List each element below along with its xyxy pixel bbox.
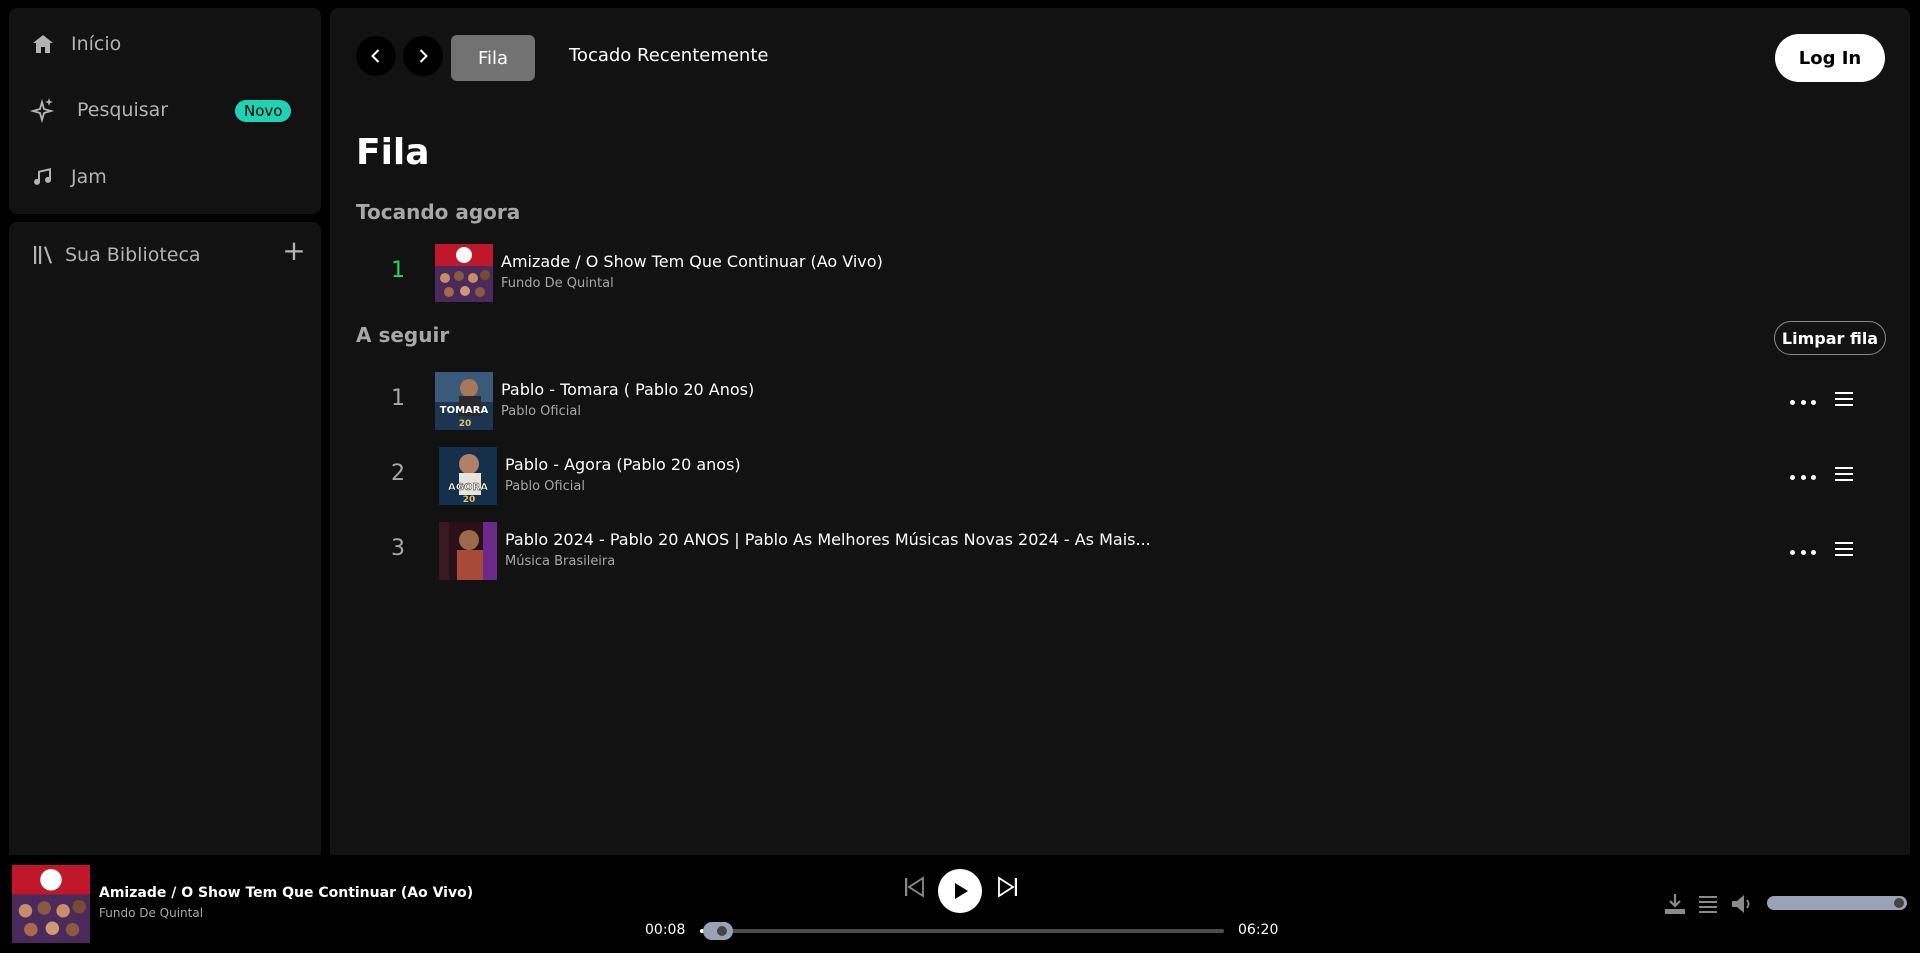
main-panel: Fila Tocado Recentemente Log In Fila Toc… xyxy=(330,8,1910,855)
add-icon[interactable]: + xyxy=(279,236,309,266)
tab-recently-played[interactable]: Tocado Recentemente xyxy=(569,45,768,66)
track-artist[interactable]: Pablo Oficial xyxy=(501,404,581,419)
album-cover xyxy=(439,522,497,580)
library-icon xyxy=(31,242,57,268)
sidebar-nav: Início Pesquisar Novo Jam xyxy=(9,8,321,214)
total-duration: 06:20 xyxy=(1238,922,1279,938)
previous-icon[interactable] xyxy=(902,875,926,903)
svg-text:20: 20 xyxy=(459,419,472,429)
track-title[interactable]: Pablo - Agora (Pablo 20 anos) xyxy=(505,455,741,474)
player-track-artist[interactable]: Fundo De Quintal xyxy=(99,906,203,920)
nav-search-label: Pesquisar xyxy=(77,99,169,121)
track-number: 1 xyxy=(391,386,405,411)
queue-row[interactable]: 3 Pablo 2024 - Pablo 20 ANOS | Pablo As … xyxy=(356,522,1886,582)
drag-handle-icon[interactable] xyxy=(1835,542,1853,556)
play-button[interactable] xyxy=(938,869,982,913)
more-options-icon[interactable] xyxy=(1790,392,1816,412)
chevron-right-icon xyxy=(419,49,428,63)
player-bar: Amizade / O Show Tem Que Continuar (Ao V… xyxy=(0,855,1920,953)
drag-handle-icon[interactable] xyxy=(1835,467,1853,481)
track-title[interactable]: Pablo 2024 - Pablo 20 ANOS | Pablo As Me… xyxy=(505,530,1151,549)
album-cover: TOMARA 20 xyxy=(435,372,493,430)
svg-text:TOMARA: TOMARA xyxy=(440,405,489,416)
volume-slider[interactable] xyxy=(1767,896,1907,910)
now-playing-cover[interactable] xyxy=(12,865,90,943)
clear-queue-button[interactable]: Limpar fila xyxy=(1774,321,1886,355)
album-cover xyxy=(435,244,493,302)
tab-queue[interactable]: Fila xyxy=(451,35,535,81)
library-title: Sua Biblioteca xyxy=(65,244,201,266)
page-title: Fila xyxy=(356,132,430,173)
back-button[interactable] xyxy=(356,36,396,76)
library-header[interactable]: Sua Biblioteca xyxy=(31,242,201,268)
now-playing-heading: Tocando agora xyxy=(356,200,521,224)
queue-row[interactable]: 2 AGORA 20 Pablo - Agora (Pablo 20 anos)… xyxy=(356,447,1886,507)
nav-jam[interactable]: Jam xyxy=(29,163,107,191)
nav-home[interactable]: Início xyxy=(29,30,121,58)
track-title[interactable]: Pablo - Tomara ( Pablo 20 Anos) xyxy=(501,380,754,399)
chevron-left-icon xyxy=(371,49,380,63)
queue-icon[interactable] xyxy=(1695,891,1721,917)
track-number: 3 xyxy=(391,536,405,561)
next-icon[interactable] xyxy=(996,875,1020,903)
nav-home-label: Início xyxy=(71,33,122,55)
album-cover: AGORA 20 xyxy=(439,447,497,505)
play-icon xyxy=(955,883,968,899)
queue-row[interactable]: 1 TOMARA 20 Pablo - Tomara ( Pablo 20 An… xyxy=(356,372,1886,432)
up-next-heading: A seguir xyxy=(356,323,450,347)
download-icon[interactable] xyxy=(1662,891,1688,917)
sparkle-icon xyxy=(29,96,57,124)
track-title[interactable]: Amizade / O Show Tem Que Continuar (Ao V… xyxy=(501,252,883,271)
elapsed-time: 00:08 xyxy=(645,922,686,938)
login-button[interactable]: Log In xyxy=(1775,34,1885,82)
nav-jam-label: Jam xyxy=(71,166,107,188)
track-artist[interactable]: Pablo Oficial xyxy=(505,479,585,494)
track-artist[interactable]: Fundo De Quintal xyxy=(501,276,614,291)
library-panel: Sua Biblioteca + xyxy=(9,222,321,855)
svg-text:AGORA: AGORA xyxy=(448,482,488,493)
forward-button[interactable] xyxy=(403,36,443,76)
more-options-icon[interactable] xyxy=(1790,542,1816,562)
music-note-icon xyxy=(29,163,57,191)
more-options-icon[interactable] xyxy=(1790,467,1816,487)
drag-handle-icon[interactable] xyxy=(1835,392,1853,406)
track-artist[interactable]: Música Brasileira xyxy=(505,554,615,569)
nav-search[interactable]: Pesquisar xyxy=(29,96,168,124)
svg-text:20: 20 xyxy=(463,495,476,505)
progress-bar[interactable] xyxy=(700,922,1224,940)
player-track-title[interactable]: Amizade / O Show Tem Que Continuar (Ao V… xyxy=(99,885,473,901)
home-icon xyxy=(29,30,57,58)
progress-handle[interactable] xyxy=(703,922,733,940)
track-number: 2 xyxy=(391,461,405,486)
new-badge: Novo xyxy=(235,100,292,122)
now-playing-row[interactable]: 1 Amizade / O Show Tem Que Continuar (Ao… xyxy=(356,244,1886,304)
track-number: 1 xyxy=(391,258,405,283)
volume-icon[interactable] xyxy=(1729,891,1755,917)
